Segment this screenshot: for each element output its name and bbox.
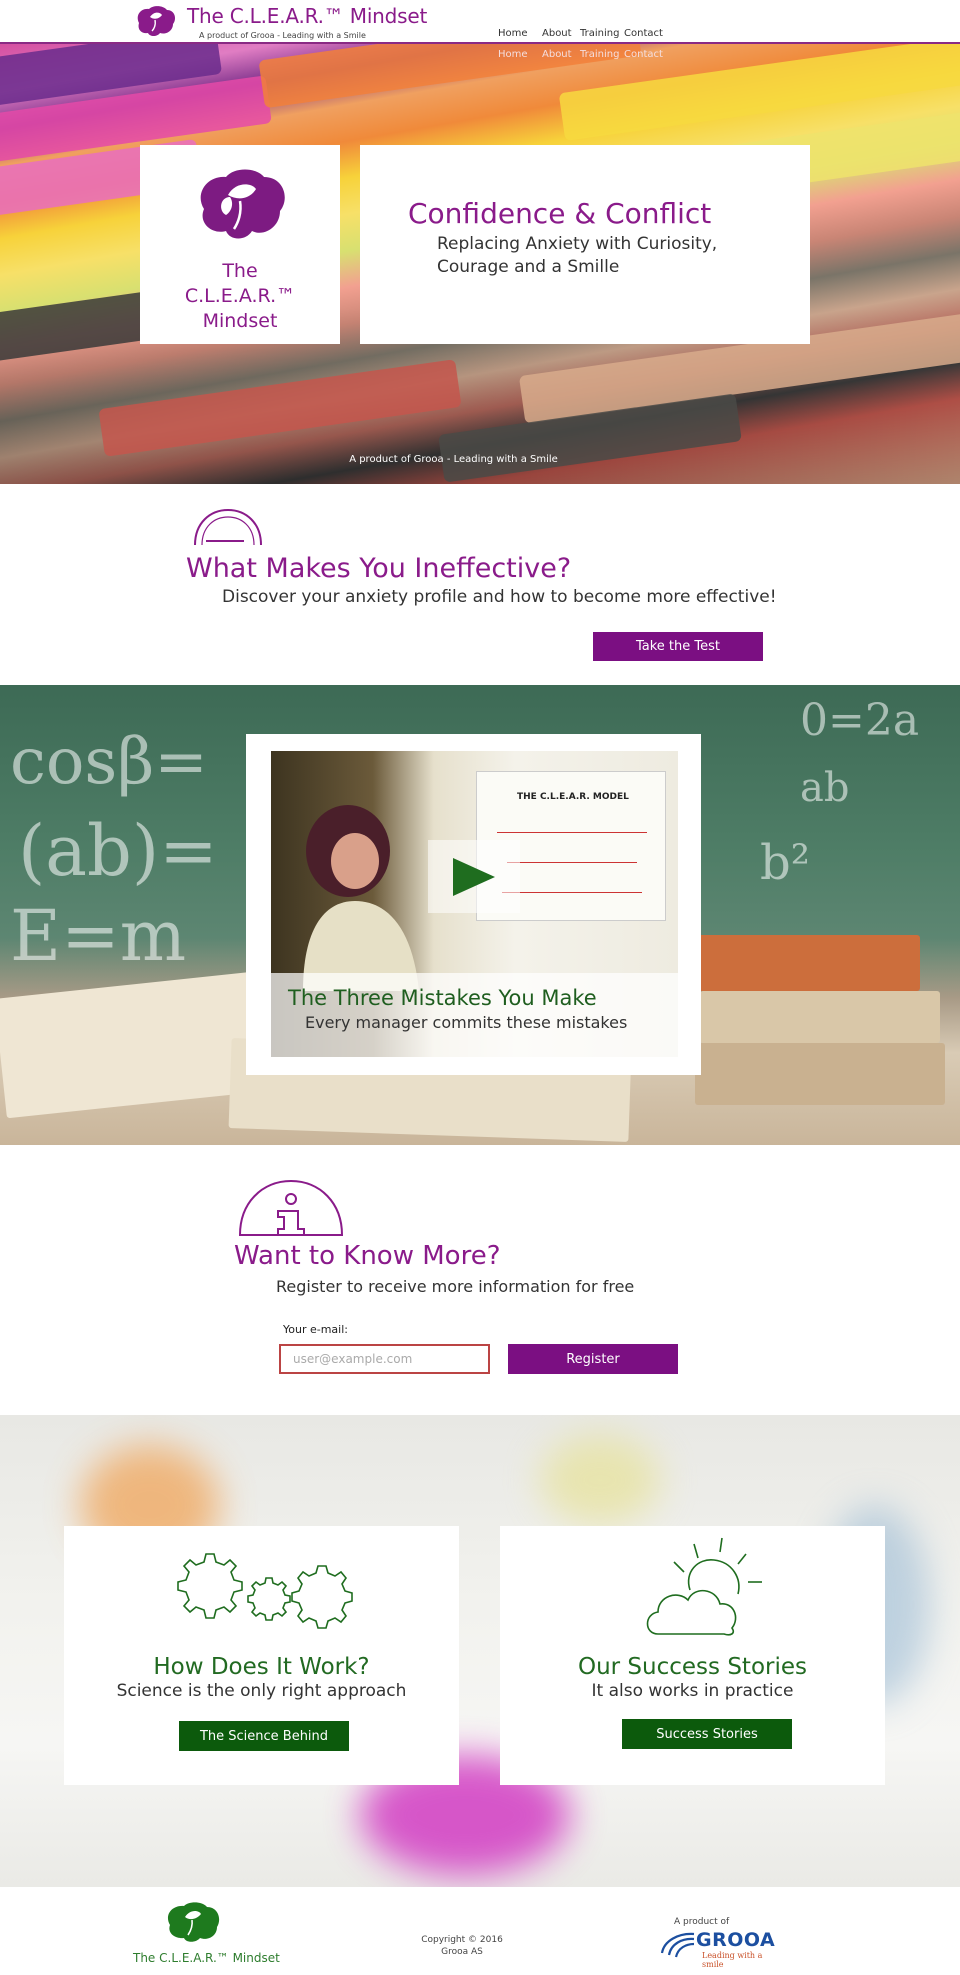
success-stories-title: Our Success Stories — [577, 1654, 807, 1680]
product-of-label: A product of — [674, 1917, 730, 1927]
site-tagline: A product of Grooa - Leading with a Smil… — [199, 31, 366, 40]
blurred-bottle — [540, 1435, 660, 1525]
video-subtitle: Every manager commits these mistakes — [305, 1013, 628, 1032]
copyright-line: Copyright © 2016 — [421, 1935, 503, 1945]
ineffective-section: What Makes You Ineffective? Discover you… — [0, 484, 960, 685]
play-icon — [453, 858, 495, 896]
nav-contact-overlay[interactable]: Contact — [624, 49, 663, 60]
register-button[interactable]: Register — [508, 1344, 678, 1374]
footer-brand[interactable]: The C.L.E.A.R.™ Mindset — [133, 1951, 280, 1965]
grooa-tagline: Leading with a smile — [702, 1951, 763, 1969]
diagram-line — [507, 862, 637, 863]
book-stack — [695, 1043, 945, 1105]
book-stack — [690, 935, 920, 991]
hero-logo-card: The C.L.E.A.R.™ Mindset — [140, 145, 340, 344]
cards-section: How Does It Work? Science is the only ri… — [0, 1415, 960, 1887]
know-more-subtitle: Register to receive more information for… — [276, 1277, 635, 1296]
brain-leaf-icon[interactable] — [162, 1901, 222, 1943]
hero-footer-text: A product of Grooa - Leading with a Smil… — [349, 454, 558, 465]
nav-training[interactable]: Training — [580, 28, 619, 39]
brain-leaf-icon — [200, 169, 285, 239]
pastel-stripe — [98, 359, 462, 457]
grooa-swoosh-icon — [660, 1932, 695, 1958]
ineffective-title: What Makes You Ineffective? — [186, 553, 572, 584]
nav-contact[interactable]: Contact — [624, 28, 663, 39]
success-stories-card: Our Success Stories It also works in pra… — [500, 1526, 885, 1785]
how-it-works-subtitle: Science is the only right approach — [116, 1681, 407, 1701]
email-field[interactable] — [279, 1344, 490, 1374]
whiteboard-title: THE C.L.E.A.R. MODEL — [517, 792, 629, 802]
chalk-formula: 0=2a — [800, 695, 920, 746]
video-player[interactable]: THE C.L.E.A.R. MODEL The Three Mistakes … — [271, 751, 678, 1057]
play-button[interactable] — [428, 840, 520, 913]
how-it-works-title: How Does It Work? — [153, 1654, 370, 1680]
nav-home[interactable]: Home — [498, 28, 528, 39]
chalk-formula: E=m — [10, 895, 187, 977]
hero-logo-line2: C.L.E.A.R.™ — [184, 285, 296, 307]
science-behind-button[interactable]: The Science Behind — [179, 1721, 349, 1751]
email-label: Your e-mail: — [283, 1323, 348, 1336]
hero-logo-line3: Mindset — [202, 310, 278, 332]
chalk-formula: cosβ= — [10, 725, 208, 799]
site-header: The C.L.E.A.R.™ Mindset A product of Gro… — [0, 0, 960, 44]
book-stack — [700, 991, 940, 1043]
diagram-line — [502, 892, 642, 893]
nav-training-overlay[interactable]: Training — [580, 49, 619, 60]
nav-home-overlay[interactable]: Home — [498, 49, 528, 60]
know-more-title: Want to Know More? — [234, 1241, 501, 1271]
chalk-formula: b² — [760, 835, 810, 891]
know-more-section: Want to Know More? Register to receive m… — [0, 1145, 960, 1415]
how-it-works-card: How Does It Work? Science is the only ri… — [64, 1526, 459, 1785]
open-book — [0, 971, 266, 1119]
hero-subtitle: Replacing Anxiety with Curiosity, Courag… — [437, 234, 718, 277]
success-stories-button[interactable]: Success Stories — [622, 1719, 792, 1749]
brain-leaf-icon[interactable] — [133, 5, 177, 39]
video-title: The Three Mistakes You Make — [288, 986, 597, 1010]
nav-about[interactable]: About — [542, 28, 572, 39]
site-footer: The C.L.E.A.R.™ Mindset Copyright © 2016… — [0, 1887, 960, 1975]
chalk-formula: (ab)= — [18, 810, 218, 892]
copyright-owner: Grooa AS — [441, 1947, 483, 1957]
success-stories-subtitle: It also works in practice — [591, 1681, 794, 1701]
gears-icon — [177, 1553, 353, 1629]
site-title[interactable]: The C.L.E.A.R.™ Mindset — [187, 4, 427, 28]
take-test-button[interactable]: Take the Test — [593, 632, 763, 661]
video-section: cosβ= (ab)= E=m 0=2a ab b² THE C.L.E.A.R… — [0, 685, 960, 1145]
hero-section: Home About Training Contact The C.L.E.A.… — [0, 44, 960, 484]
footer-copyright: Copyright © 2016 Grooa AS — [384, 1934, 540, 1958]
hero-logo-line1: The — [222, 260, 258, 282]
info-icon — [238, 1179, 344, 1236]
video-card: THE C.L.E.A.R. MODEL The Three Mistakes … — [246, 734, 701, 1075]
ineffective-subtitle: Discover your anxiety profile and how to… — [222, 587, 777, 607]
nav-about-overlay[interactable]: About — [542, 49, 572, 60]
presenter — [303, 805, 419, 991]
grooa-logo[interactable]: GROOA Leading with a smile — [654, 1929, 784, 1969]
gauge-icon — [194, 508, 262, 546]
grooa-name: GROOA — [696, 1929, 776, 1951]
sun-cloud-icon — [646, 1537, 762, 1636]
chalk-formula: ab — [800, 765, 850, 811]
hero-title-card: Confidence & Conflict Replacing Anxiety … — [360, 145, 810, 344]
hero-title: Confidence & Conflict — [408, 197, 712, 230]
diagram-line — [497, 832, 647, 833]
